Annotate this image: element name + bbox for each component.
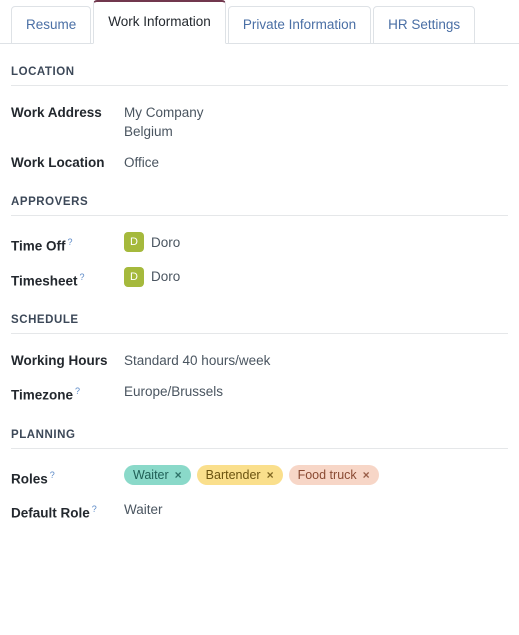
field-row-working-hours: Working Hours Standard 40 hours/week [11, 350, 508, 370]
avatar: D [124, 232, 144, 252]
role-tag[interactable]: Food truck × [288, 464, 379, 485]
help-icon[interactable]: ? [50, 470, 55, 480]
section-title: SCHEDULE [11, 314, 508, 334]
section-approvers: APPROVERS Time Off? D Doro Timesheet? D Doro [11, 196, 508, 290]
tab-hr-settings[interactable]: HR Settings [373, 6, 476, 44]
field-value-timezone[interactable]: Europe/Brussels [124, 381, 508, 401]
help-icon[interactable]: ? [92, 504, 97, 514]
field-value-roles[interactable]: Waiter × Bartender × Food truck × [124, 464, 508, 485]
remove-tag-icon[interactable]: × [363, 467, 370, 483]
value-line: Belgium [124, 124, 173, 139]
help-icon[interactable]: ? [75, 386, 80, 396]
field-label-text: Timesheet [11, 273, 78, 288]
section-title: PLANNING [11, 429, 508, 449]
remove-tag-icon[interactable]: × [267, 467, 274, 483]
field-label-text: Working Hours [11, 353, 108, 368]
field-label-timezone: Timezone? [11, 381, 124, 405]
field-label-text: Work Location [11, 155, 105, 170]
field-label-text: Roles [11, 471, 48, 486]
field-value-time-off[interactable]: D Doro [124, 232, 508, 252]
work-information-panel: LOCATION Work Address My Company Belgium Wor… [0, 66, 519, 523]
field-label-text: Timezone [11, 387, 74, 403]
help-icon[interactable]: ? [80, 272, 85, 282]
field-list: Time Off? D Doro Timesheet? D Doro [11, 232, 508, 290]
approver-name: Doro [151, 234, 181, 250]
field-list: Working Hours Standard 40 hours/week Timez… [11, 350, 508, 405]
tab-resume[interactable]: Resume [11, 6, 92, 44]
field-value-work-location[interactable]: Office [124, 152, 508, 172]
field-label-work-location: Work Location [11, 152, 124, 172]
section-schedule: SCHEDULE Working Hours Standard 40 hours/w… [11, 314, 508, 405]
field-row-work-address: Work Address My Company Belgium [11, 102, 508, 141]
field-value-work-address[interactable]: My Company Belgium [124, 102, 508, 141]
section-location: LOCATION Work Address My Company Belgium Wor… [11, 66, 508, 172]
field-label-timesheet: Timesheet? [11, 267, 124, 291]
field-value-timesheet[interactable]: D Doro [124, 266, 508, 287]
field-row-roles: Roles? Waiter × Bartender × Food truck × [11, 464, 508, 489]
section-planning: PLANNING Roles? Waiter × Bartender × Food truc… [11, 429, 508, 523]
avatar: D [124, 266, 144, 287]
role-tag-label: Bartender [205, 467, 261, 482]
role-tag-label: Food truck [297, 467, 357, 482]
field-row-timezone: Timezone? Europe/Brussels [11, 381, 508, 405]
field-label-text: Work Address [11, 105, 102, 120]
approver-name: Doro [151, 269, 181, 284]
help-icon[interactable]: ? [68, 237, 73, 247]
field-value-working-hours[interactable]: Standard 40 hours/week [124, 350, 508, 370]
field-row-work-location: Work Location Office [11, 152, 508, 172]
field-row-default-role: Default Role? Waiter [11, 499, 508, 523]
tab-bar: Resume Work Information Private Informatio… [0, 0, 519, 44]
field-value-default-role[interactable]: Waiter [124, 499, 508, 519]
field-list: Roles? Waiter × Bartender × Food truck × Defaul… [11, 464, 508, 523]
field-label-roles: Roles? [11, 465, 124, 489]
role-tag[interactable]: Waiter × [124, 464, 191, 485]
field-row-timesheet: Timesheet? D Doro [11, 266, 508, 291]
value-line: My Company [124, 105, 204, 120]
field-list: Work Address My Company Belgium Work Locati… [11, 102, 508, 172]
role-tag-label: Waiter [133, 467, 169, 482]
field-label-text: Default Role [11, 505, 90, 521]
section-title: LOCATION [11, 66, 508, 86]
field-label-time-off: Time Off? [11, 232, 124, 256]
role-tag[interactable]: Bartender × [196, 464, 283, 485]
remove-tag-icon[interactable]: × [175, 467, 182, 483]
field-label-default-role: Default Role? [11, 499, 124, 523]
field-label-work-address: Work Address [11, 102, 124, 122]
field-label-working-hours: Working Hours [11, 350, 124, 370]
tab-private-information[interactable]: Private Information [227, 6, 372, 44]
field-row-time-off: Time Off? D Doro [11, 232, 508, 256]
section-title: APPROVERS [11, 196, 508, 216]
field-label-text: Time Off [11, 238, 66, 254]
tab-work-information[interactable]: Work Information [93, 0, 226, 44]
